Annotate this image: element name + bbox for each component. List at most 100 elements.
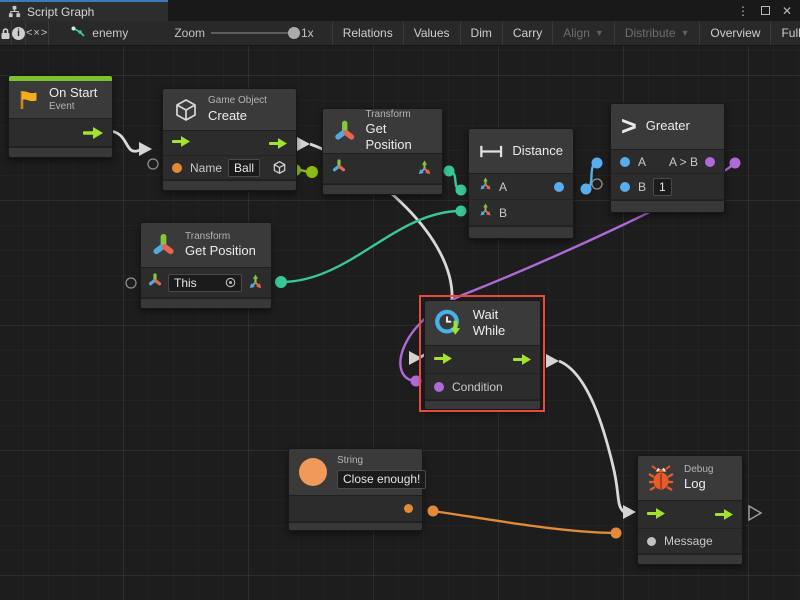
tab-bar: Script Graph ⋮ ✕: [0, 0, 800, 21]
node-debug-log[interactable]: Debug Log Message: [637, 455, 743, 565]
transform-input-port[interactable]: [148, 273, 162, 292]
node-footer: [638, 554, 742, 564]
vector3-icon: [478, 203, 493, 218]
node-subtitle: Debug: [684, 464, 713, 477]
b-value-field[interactable]: 1: [653, 178, 672, 196]
wait-clock-icon: [433, 307, 465, 340]
flow-input-port[interactable]: [172, 134, 190, 152]
node-create-game-object[interactable]: Game Object Create Name Ball: [162, 88, 297, 191]
port-label: B: [499, 206, 507, 220]
node-on-start[interactable]: On Start Event: [8, 75, 113, 158]
node-get-position-bottom[interactable]: Transform Get Position This: [140, 222, 272, 309]
node-get-position-top[interactable]: Transform Get Position: [322, 108, 443, 195]
node-footer: [323, 184, 442, 194]
info-button[interactable]: i: [12, 21, 26, 45]
graph-toolbar: i <×> enemy Zoom 1x Relations Values Dim…: [0, 21, 800, 46]
string-input-port[interactable]: [172, 163, 182, 173]
lock-button[interactable]: [0, 21, 12, 45]
node-title: Create: [208, 108, 267, 124]
flow-arrow-icon: [434, 353, 452, 364]
toolbar-button-distribute[interactable]: Distribute ▼: [615, 21, 701, 45]
transform-input-port[interactable]: [332, 159, 346, 178]
greater-icon: >: [621, 113, 637, 140]
zoom-control: Zoom 1x: [138, 21, 331, 45]
chevron-down-icon: ▼: [595, 28, 604, 38]
name-field[interactable]: Ball: [228, 159, 260, 177]
port-label: A: [499, 180, 507, 194]
port-label: Condition: [452, 380, 503, 394]
distance-icon: [479, 144, 503, 159]
condition-input-port[interactable]: [434, 382, 444, 392]
vector3-input-port-b[interactable]: [478, 203, 493, 223]
node-string-literal[interactable]: String Close enough!: [288, 448, 423, 531]
toolbar-button-fullscreen[interactable]: Full Screen: [771, 21, 800, 45]
chevron-down-icon: ▼: [681, 28, 690, 38]
flow-input-port[interactable]: [647, 506, 665, 524]
cube-icon: [173, 97, 199, 123]
node-footer: [163, 180, 296, 190]
input-port-b[interactable]: [620, 182, 630, 192]
node-footer: [9, 147, 112, 157]
flow-arrow-icon: [83, 127, 103, 139]
object-picker-icon[interactable]: [225, 277, 236, 288]
node-footer: [289, 522, 422, 530]
close-icon[interactable]: ✕: [782, 4, 792, 18]
flow-arrow-icon: [715, 509, 733, 520]
flow-output-port[interactable]: [715, 509, 733, 520]
message-input-port[interactable]: [647, 537, 656, 546]
vector3-output-port[interactable]: [416, 160, 433, 177]
target-field[interactable]: This: [168, 274, 242, 292]
node-subtitle: Transform: [365, 109, 432, 122]
toolbar-button-carry[interactable]: Carry: [503, 21, 553, 45]
input-port-a[interactable]: [620, 157, 630, 167]
transform-mini-icon: [148, 273, 162, 287]
node-wait-while[interactable]: Wait While Condition: [424, 300, 541, 410]
vector3-icon: [247, 274, 264, 291]
node-title: Get Position: [365, 121, 432, 154]
flow-input-port[interactable]: [434, 351, 452, 369]
toolbar-button-overview[interactable]: Overview: [700, 21, 771, 45]
vector3-output-port[interactable]: [247, 274, 264, 291]
flow-output-port[interactable]: [513, 354, 531, 365]
node-footer: [141, 298, 271, 308]
transform-icon: [333, 119, 356, 144]
tab-script-graph[interactable]: Script Graph: [0, 0, 168, 21]
zoom-slider[interactable]: [211, 32, 295, 34]
node-distance[interactable]: Distance A B: [468, 128, 574, 239]
maximize-icon[interactable]: [761, 6, 770, 15]
node-title: Greater: [646, 118, 690, 134]
result-label: A > B: [669, 155, 698, 169]
bool-output-port[interactable]: [705, 157, 715, 167]
vector3-icon: [416, 160, 433, 177]
toolbar-button-relations[interactable]: Relations: [332, 21, 404, 45]
node-title: Log: [684, 476, 713, 492]
toolbar-button-values[interactable]: Values: [404, 21, 461, 45]
node-footer: [425, 400, 540, 409]
code-preview-button[interactable]: <×>: [26, 21, 49, 45]
vector3-icon: [478, 177, 493, 192]
transform-icon: [151, 233, 176, 258]
node-subtitle: String: [337, 455, 426, 468]
toolbar-button-align[interactable]: Align ▼: [553, 21, 615, 45]
cube-icon: [272, 160, 287, 175]
graph-pointer-icon: [71, 26, 86, 40]
string-output-port[interactable]: [404, 504, 413, 513]
flow-output-port[interactable]: [269, 138, 287, 149]
flow-arrow-icon: [172, 136, 190, 147]
window-menu-icon[interactable]: ⋮: [737, 4, 749, 18]
flow-arrow-icon: [647, 508, 665, 519]
port-label: Name: [190, 161, 222, 175]
tab-title: Script Graph: [27, 5, 94, 19]
bug-icon: [646, 463, 676, 493]
zoom-slider-handle[interactable]: [288, 27, 300, 39]
node-subtitle: Transform: [185, 231, 256, 244]
node-greater[interactable]: > Greater A A > B B 1: [610, 103, 725, 213]
toolbar-button-dim[interactable]: Dim: [461, 21, 503, 45]
game-object-output-port[interactable]: [272, 160, 287, 175]
flow-output-port[interactable]: [83, 127, 103, 139]
lock-icon: [0, 27, 11, 40]
flow-arrow-icon: [513, 354, 531, 365]
vector3-input-port-a[interactable]: [478, 177, 493, 197]
float-output-port[interactable]: [554, 182, 564, 192]
string-value-field[interactable]: Close enough!: [337, 470, 426, 489]
